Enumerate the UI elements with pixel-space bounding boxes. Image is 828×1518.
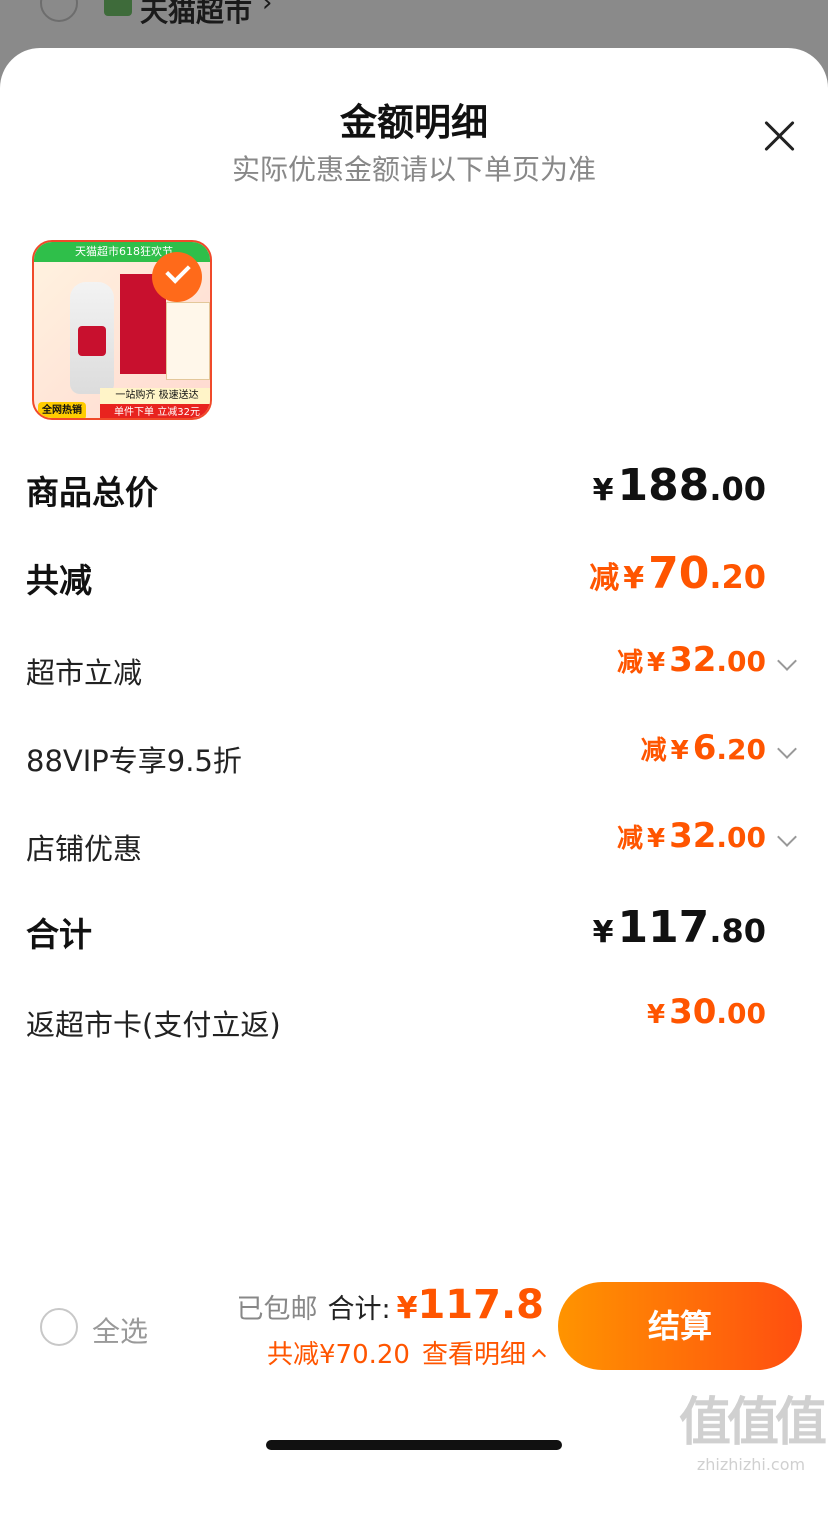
vip-discount-amount: 减 ¥6.20 xyxy=(640,728,766,768)
view-detail-link[interactable]: 查看明细 xyxy=(422,1340,526,1370)
coupon-card-image xyxy=(166,302,210,380)
cashback-row: 返超市卡(支付立返) ¥30.00 xyxy=(26,992,798,1052)
total-discount-amount: 减 ¥70.20 xyxy=(589,548,766,599)
discount-summary: 共减¥70.20 xyxy=(267,1340,410,1370)
close-icon[interactable] xyxy=(760,118,798,156)
total-label: 合计: xyxy=(327,1294,391,1325)
vip-discount-row[interactable]: 88VIP专享9.5折 减 ¥6.20 xyxy=(26,728,798,788)
cashback-label: 返超市卡(支付立返) xyxy=(26,1008,281,1042)
select-all-radio[interactable] xyxy=(40,1308,78,1346)
product-promo-line2: 单件下单 立减32元 xyxy=(100,404,210,418)
vip-discount-label: 88VIP专享9.5折 xyxy=(26,744,242,778)
market-discount-label: 超市立减 xyxy=(26,656,143,690)
cashback-amount: ¥30.00 xyxy=(646,992,766,1032)
sum-row: 合计 ¥117.80 xyxy=(26,902,798,962)
market-discount-row[interactable]: 超市立减 减 ¥32.00 xyxy=(26,640,798,700)
watermark-url: zhizhizhi.com xyxy=(696,1455,806,1474)
total-discount-label: 共减 xyxy=(26,561,92,600)
chevron-right-icon: › xyxy=(262,0,273,18)
chevron-up-icon[interactable] xyxy=(531,1348,547,1364)
total-value: 117.8 xyxy=(417,1282,544,1328)
store-select-radio[interactable] xyxy=(40,0,78,22)
order-summary: 已包邮 合计: ¥117.8 xyxy=(200,1282,544,1328)
goods-total-label: 商品总价 xyxy=(26,473,158,512)
watermark-logo: 值值值 xyxy=(678,1393,827,1453)
goods-total-amount: ¥188.00 xyxy=(592,460,766,511)
product-promo-line1: 一站购齐 极速送达 xyxy=(100,388,210,404)
discount-summary-line[interactable]: 共减¥70.20 查看明细 xyxy=(200,1334,547,1371)
chevron-down-icon[interactable] xyxy=(777,739,797,759)
sheet-subtitle: 实际优惠金额请以下单页为准 xyxy=(231,153,596,186)
chevron-down-icon[interactable] xyxy=(777,651,797,671)
select-all-label[interactable]: 全选 xyxy=(92,1310,148,1350)
sum-amount: ¥117.80 xyxy=(592,902,766,953)
checkout-button[interactable]: 结算 xyxy=(558,1282,802,1370)
chevron-down-icon[interactable] xyxy=(777,827,797,847)
store-discount-amount: 减 ¥32.00 xyxy=(616,816,766,856)
site-watermark: 值值值 zhizhizhi.com xyxy=(676,1380,827,1474)
store-discount-label: 店铺优惠 xyxy=(26,832,143,866)
total-currency: ¥ xyxy=(396,1291,418,1326)
home-indicator[interactable] xyxy=(266,1440,562,1450)
total-discount-row: 共减 减 ¥70.20 xyxy=(26,548,798,608)
selected-check-icon[interactable] xyxy=(152,252,202,302)
sheet-title: 金额明细 xyxy=(340,101,488,144)
bottle-image xyxy=(70,282,114,394)
market-discount-amount: 减 ¥32.00 xyxy=(616,640,766,680)
goods-total-row: 商品总价 ¥188.00 xyxy=(26,460,798,520)
sum-label: 合计 xyxy=(26,915,92,954)
store-name[interactable]: 天猫超市 xyxy=(140,0,252,30)
tmall-market-logo-icon xyxy=(104,0,132,16)
free-shipping-label: 已包邮 xyxy=(236,1294,318,1325)
hot-sale-tag: 全网热销 xyxy=(38,402,86,418)
store-discount-row[interactable]: 店铺优惠 减 ¥32.00 xyxy=(26,816,798,876)
